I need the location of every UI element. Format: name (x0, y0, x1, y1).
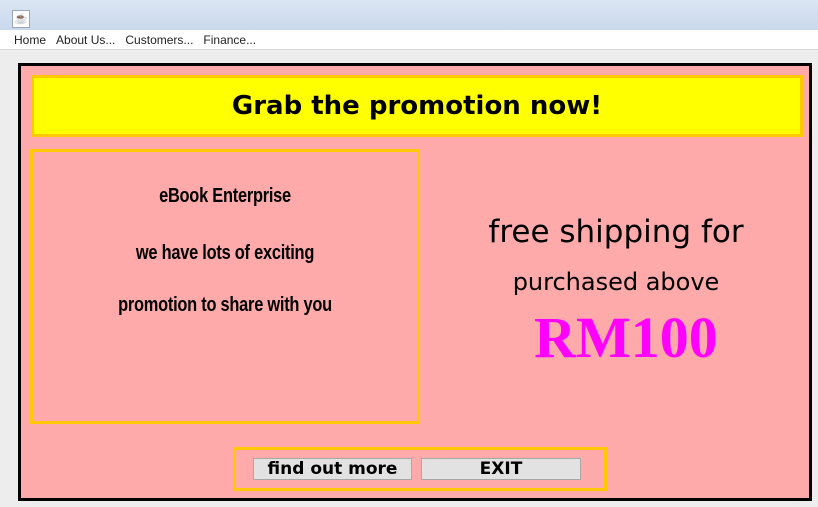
info-text-line-2: promotion to share with you (118, 294, 332, 316)
menu-item-about-us[interactable]: About Us... (51, 30, 120, 50)
title-bar: ☕ (0, 0, 818, 31)
promotion-panel: Grab the promotion now! eBook Enterprise… (18, 63, 812, 501)
promotion-banner: Grab the promotion now! (31, 75, 803, 137)
threshold-amount: RM100 (534, 305, 718, 370)
company-name: eBook Enterprise (159, 185, 291, 207)
menu-item-customers[interactable]: Customers... (120, 30, 198, 50)
exit-button[interactable]: EXIT (421, 458, 581, 480)
action-button-group: find out more EXIT (233, 447, 607, 491)
shipping-offer-text: free shipping for (488, 214, 744, 250)
menu-item-finance[interactable]: Finance... (198, 30, 261, 50)
menu-bar: Home About Us... Customers... Finance... (0, 30, 818, 50)
company-info-box: eBook Enterprise we have lots of excitin… (30, 149, 420, 424)
app-window: ☕ Home About Us... Customers... Finance.… (0, 0, 818, 507)
menu-item-home[interactable]: Home (9, 30, 51, 50)
java-app-icon[interactable]: ☕ (12, 10, 30, 28)
shipping-condition-text: purchased above (512, 268, 720, 296)
find-out-more-button[interactable]: find out more (253, 458, 412, 480)
info-text-line-1: we have lots of exciting (135, 242, 315, 264)
banner-headline: Grab the promotion now! (231, 91, 603, 121)
